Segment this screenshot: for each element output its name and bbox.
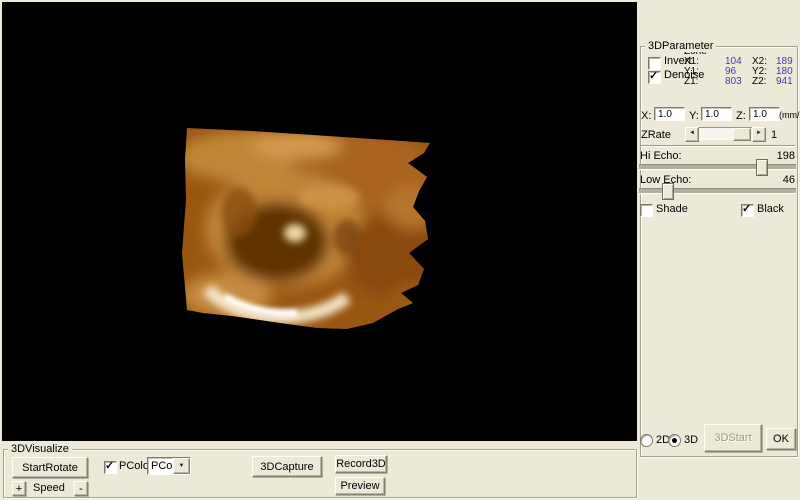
pcolor-checkbox[interactable]: ✓	[104, 461, 117, 474]
zrate-thumb[interactable]	[733, 128, 751, 141]
app-window: 3DParameter ✓ Invert ✓ Denoise Zone X1: …	[0, 0, 800, 500]
black-label: Black	[757, 203, 784, 215]
ok-button[interactable]: OK	[766, 428, 796, 450]
record-3d-button[interactable]: Record3D	[335, 455, 387, 473]
zrate-label: ZRate	[641, 129, 671, 141]
speed-minus-button[interactable]: -	[74, 481, 88, 496]
low-echo-slider[interactable]	[639, 182, 796, 198]
parameter-group-title: 3DParameter	[645, 40, 716, 52]
render-viewport[interactable]	[2, 2, 637, 441]
shade-checkbox[interactable]: ✓	[640, 204, 653, 217]
scale-y-label: Y:	[689, 110, 699, 122]
zone-z1-label: Z1:	[684, 77, 725, 87]
shade-label: Shade	[656, 203, 688, 215]
check-icon: ✓	[742, 202, 751, 215]
chevron-down-icon[interactable]: ▼	[173, 458, 190, 474]
speed-plus-button[interactable]: +	[12, 481, 26, 496]
start3d-button[interactable]: 3DStart	[704, 424, 762, 452]
mode-3d-label: 3D	[684, 434, 698, 446]
low-echo-thumb[interactable]	[662, 183, 674, 200]
capture-3d-button[interactable]: 3DCapture	[252, 456, 322, 477]
speed-label: Speed	[33, 482, 65, 494]
start-rotate-button[interactable]: StartRotate	[12, 457, 88, 478]
zone-z2-value: 941	[776, 77, 800, 87]
scroll-right-icon[interactable]: ►	[752, 127, 766, 142]
radio-dot-icon	[672, 438, 677, 443]
pcolor-dropdown-value: PColor	[148, 458, 173, 474]
denoise-checkbox[interactable]: ✓	[648, 71, 661, 84]
visualize-group-title: 3DVisualize	[8, 443, 72, 455]
scroll-left-icon[interactable]: ◄	[685, 127, 699, 142]
scale-y-input[interactable]	[701, 107, 732, 121]
zrate-track[interactable]	[699, 127, 752, 140]
hi-echo-slider[interactable]	[639, 158, 796, 174]
scale-x-input[interactable]	[654, 107, 685, 121]
hi-echo-track	[639, 164, 796, 170]
scale-x-label: X:	[641, 110, 651, 122]
black-checkbox[interactable]: ✓	[741, 204, 754, 217]
mode-2d-radio[interactable]	[640, 434, 653, 447]
mode-3d-radio[interactable]	[668, 434, 681, 447]
zone-z1-value: 803	[725, 77, 752, 87]
check-icon: ✓	[105, 459, 114, 472]
separator	[641, 145, 795, 147]
zrate-scrollbar[interactable]: ◄ ►	[685, 127, 766, 140]
scale-unit-label: (mm/p)	[779, 110, 800, 120]
scale-z-input[interactable]	[749, 107, 780, 121]
zone-z2-label: Z2:	[752, 77, 776, 87]
preview-button[interactable]: Preview	[335, 477, 385, 495]
zone-readout: Zone X1: 104 X2: 189 Y1: 96 Y2: 180 Z1: …	[684, 47, 800, 87]
scale-z-label: Z:	[736, 110, 746, 122]
ultrasound-volume-render	[177, 117, 439, 335]
zrate-value: 1	[771, 129, 777, 141]
check-icon: ✓	[649, 69, 658, 82]
pcolor-dropdown[interactable]: PColor ▼	[147, 457, 191, 475]
